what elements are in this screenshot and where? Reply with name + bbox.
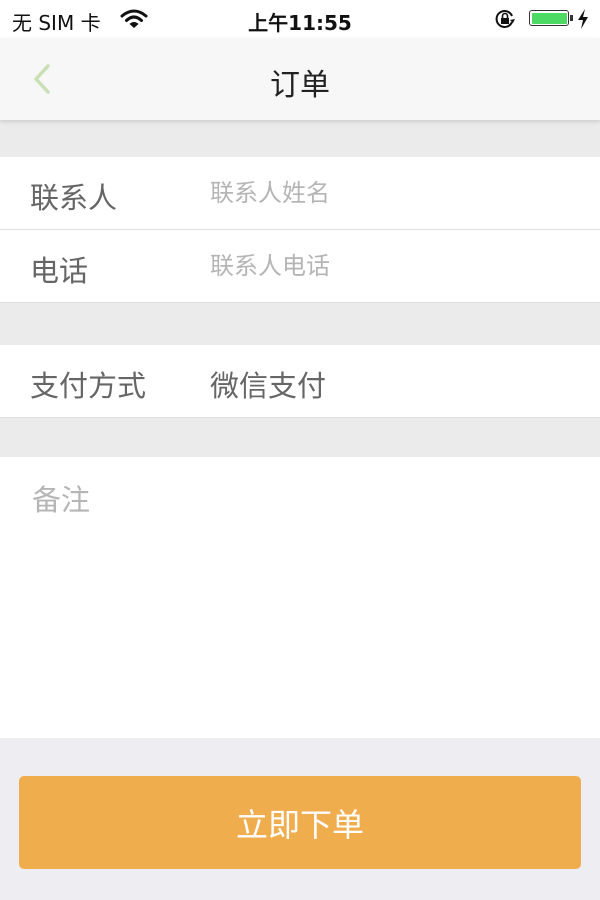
battery-tip: [570, 15, 573, 21]
battery-level: [531, 12, 567, 24]
payment-row[interactable]: 支付方式 微信支付: [0, 345, 600, 418]
charging-bolt-icon: [578, 9, 588, 29]
rotation-lock-icon: [495, 10, 515, 28]
contact-name-input[interactable]: [210, 171, 570, 215]
contact-row: 联系人: [0, 157, 600, 230]
payment-label: 支付方式: [30, 369, 147, 403]
place-order-button[interactable]: 立即下单: [19, 776, 581, 869]
status-bar: 无 SIM 卡 上午11:55: [0, 0, 600, 38]
contact-label: 联系人: [30, 181, 118, 215]
payment-group: 支付方式 微信支付: [0, 345, 600, 418]
contact-group: 联系人 电话: [0, 157, 600, 303]
page-title: 订单: [270, 68, 330, 103]
navigation-bar: 订单: [0, 38, 600, 120]
phone-row: 电话: [0, 230, 600, 303]
battery-icon: [529, 10, 569, 26]
remark-section: [0, 457, 600, 738]
remark-textarea[interactable]: [32, 477, 572, 717]
phone-label: 电话: [30, 254, 89, 288]
phone-input[interactable]: [210, 244, 570, 288]
payment-method-value[interactable]: 微信支付: [210, 363, 326, 405]
bottom-action-area: 立即下单: [0, 738, 600, 900]
